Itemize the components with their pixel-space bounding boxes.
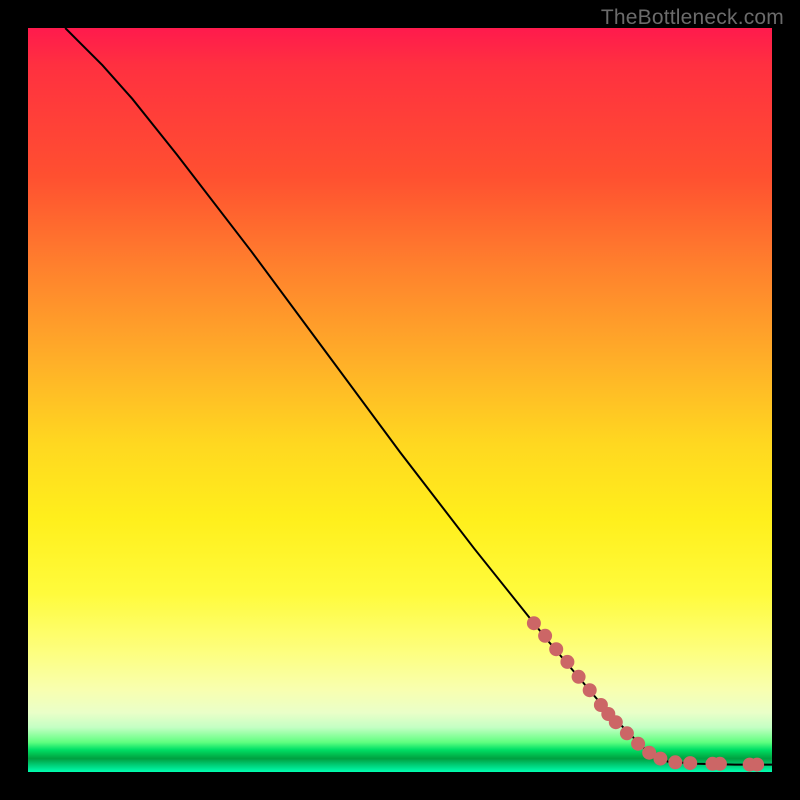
data-point: [668, 755, 682, 769]
data-point: [609, 715, 623, 729]
chart-svg: [28, 28, 772, 772]
data-point: [620, 726, 634, 740]
data-point: [527, 616, 541, 630]
data-point: [538, 629, 552, 643]
watermark-text: TheBottleneck.com: [601, 6, 784, 30]
data-point: [549, 642, 563, 656]
chart-frame: TheBottleneck.com: [0, 0, 800, 800]
data-point: [653, 752, 667, 766]
data-points-group: [527, 616, 764, 771]
data-point: [713, 757, 727, 771]
data-point: [683, 756, 697, 770]
bottleneck-curve: [65, 28, 772, 765]
data-point: [572, 670, 586, 684]
data-point: [583, 683, 597, 697]
data-point: [560, 655, 574, 669]
data-point: [631, 737, 645, 751]
plot-area: [28, 28, 772, 772]
data-point: [750, 758, 764, 772]
